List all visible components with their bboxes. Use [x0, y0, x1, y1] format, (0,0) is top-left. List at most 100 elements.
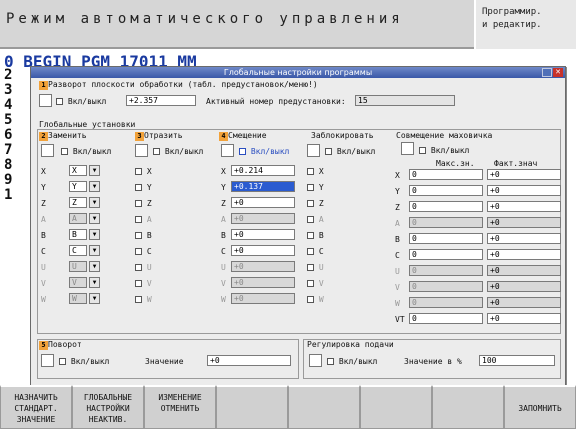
chevron-down-icon[interactable]: ▼ [89, 181, 100, 192]
swap-target-select[interactable]: X [69, 165, 87, 176]
handwheel-max-field[interactable]: 0 [409, 281, 483, 292]
chevron-down-icon[interactable]: ▼ [89, 293, 100, 304]
shift-toggle[interactable]: Вкл/выкл [239, 147, 289, 156]
mirror-axis[interactable]: X [135, 167, 152, 176]
feed-checkbox[interactable] [327, 358, 334, 365]
handwheel-toggle[interactable]: Вкл/выкл [419, 146, 469, 155]
swap-target-select[interactable]: Z [69, 197, 87, 208]
program-line-number[interactable]: 2 [4, 67, 12, 83]
handwheel-max-field[interactable]: 0 [409, 217, 483, 228]
mirror-toggle[interactable]: Вкл/выкл [153, 147, 203, 156]
handwheel-max-field[interactable]: 0 [409, 233, 483, 244]
mirror-axis[interactable]: Y [135, 183, 152, 192]
shift-value-field[interactable]: +0 [231, 229, 295, 240]
softkey-1[interactable]: ГЛОБАЛЬНЫЕ НАСТРОЙКИ НЕАКТИВ. [72, 385, 144, 429]
close-icon[interactable]: ✕ [553, 68, 563, 77]
handwheel-checkbox[interactable] [419, 147, 426, 154]
mirror-axis[interactable]: W [135, 295, 152, 304]
mirror-axis[interactable]: C [135, 247, 152, 256]
plane-tilt-label: Разворот плоскости обработки (табл. пред… [48, 80, 318, 89]
handwheel-icon [401, 142, 414, 155]
program-line-number[interactable]: 7 [4, 142, 12, 158]
lock-axis-label: B [318, 231, 324, 240]
handwheel-max-field[interactable]: 0 [409, 201, 483, 212]
softkey-0[interactable]: НАЗНАЧИТЬ СТАНДАРТ. ЗНАЧЕНИЕ [0, 385, 72, 429]
lock-axis[interactable]: B [307, 231, 324, 240]
mirror-axis[interactable]: Z [135, 199, 152, 208]
program-line-number[interactable]: 4 [4, 97, 12, 113]
chevron-down-icon[interactable]: ▼ [89, 213, 100, 224]
chevron-down-icon[interactable]: ▼ [89, 229, 100, 240]
mirror-checkbox[interactable] [153, 148, 160, 155]
handwheel-max-field[interactable]: 0 [409, 313, 483, 324]
swap-target-select[interactable]: W [69, 293, 87, 304]
program-line-number[interactable]: 6 [4, 127, 12, 143]
lock-axis-label: A [318, 215, 324, 224]
program-line-number[interactable]: 8 [4, 157, 12, 173]
program-line-number[interactable]: 1 [4, 187, 12, 203]
lock-toggle[interactable]: Вкл/выкл [325, 147, 375, 156]
swap-target-select[interactable]: V [69, 277, 87, 288]
handwheel-max-field[interactable]: 0 [409, 249, 483, 260]
handwheel-max-field[interactable]: 0 [409, 297, 483, 308]
swap-target-select[interactable]: C [69, 245, 87, 256]
swap-target-select[interactable]: U [69, 261, 87, 272]
mirror-axis[interactable]: A [135, 215, 152, 224]
swap-target-select[interactable]: A [69, 213, 87, 224]
chevron-down-icon[interactable]: ▼ [89, 261, 100, 272]
mirror-axis[interactable]: B [135, 231, 152, 240]
mirror-axis[interactable]: U [135, 263, 152, 272]
lock-axis[interactable]: W [307, 295, 324, 304]
chevron-down-icon[interactable]: ▼ [89, 277, 100, 288]
lock-axis[interactable]: C [307, 247, 324, 256]
shift-checkbox[interactable] [239, 148, 246, 155]
feed-value[interactable]: 100 [479, 355, 555, 366]
handwheel-max-field[interactable]: 0 [409, 169, 483, 180]
softkey-5[interactable] [360, 385, 432, 429]
softkey-6[interactable] [432, 385, 504, 429]
rotation-value[interactable]: +0 [207, 355, 291, 366]
minimize-icon[interactable] [542, 68, 552, 77]
plane-tilt-checkbox[interactable] [56, 98, 63, 105]
chevron-down-icon[interactable]: ▼ [89, 197, 100, 208]
handwheel-max-field[interactable]: 0 [409, 185, 483, 196]
lock-axis-label: X [318, 167, 324, 176]
rotation-checkbox[interactable] [59, 358, 66, 365]
handwheel-max-field[interactable]: 0 [409, 265, 483, 276]
shift-value-field[interactable]: +0 [231, 245, 295, 256]
chevron-down-icon[interactable]: ▼ [89, 245, 100, 256]
shift-value-field[interactable]: +0.214 [231, 165, 295, 176]
program-line-number[interactable]: 9 [4, 172, 12, 188]
program-line-number[interactable]: 3 [4, 82, 12, 98]
plane-tilt-value[interactable]: +2.357 [126, 95, 196, 106]
swap-target-select[interactable]: B [69, 229, 87, 240]
softkey-2[interactable]: ИЗМЕНЕНИЕ ОТМЕНИТЬ [144, 385, 216, 429]
shift-value-field[interactable]: +0 [231, 213, 295, 224]
shift-value-field[interactable]: +0 [231, 197, 295, 208]
program-line-number[interactable]: 5 [4, 112, 12, 128]
lock-axis[interactable]: U [307, 263, 324, 272]
lock-axis[interactable]: Y [307, 183, 324, 192]
lock-axis[interactable]: Z [307, 199, 324, 208]
shift-value-field[interactable]: +0.137 [231, 181, 295, 192]
swap-checkbox[interactable] [61, 148, 68, 155]
rotation-toggle[interactable]: Вкл/выкл [59, 357, 109, 366]
shift-value-field[interactable]: +0 [231, 293, 295, 304]
chevron-down-icon[interactable]: ▼ [89, 165, 100, 176]
feed-toggle[interactable]: Вкл/выкл [327, 357, 377, 366]
softkey-4[interactable] [288, 385, 360, 429]
swap-target-select[interactable]: Y [69, 181, 87, 192]
softkey-7[interactable]: ЗАПОМНИТЬ [504, 385, 576, 429]
plane-tilt-toggle[interactable]: Вкл/выкл [56, 97, 106, 106]
softkey-3[interactable] [216, 385, 288, 429]
lock-axis[interactable]: V [307, 279, 324, 288]
lock-axis[interactable]: A [307, 215, 324, 224]
shift-value-field[interactable]: +0 [231, 261, 295, 272]
mirror-axis[interactable]: V [135, 279, 152, 288]
secondary-mode[interactable]: Программир. и редактир. [474, 0, 576, 49]
lock-checkbox[interactable] [325, 148, 332, 155]
section-number-4: 4 [219, 132, 228, 141]
shift-value-field[interactable]: +0 [231, 277, 295, 288]
swap-toggle[interactable]: Вкл/выкл [61, 147, 111, 156]
lock-axis[interactable]: X [307, 167, 324, 176]
